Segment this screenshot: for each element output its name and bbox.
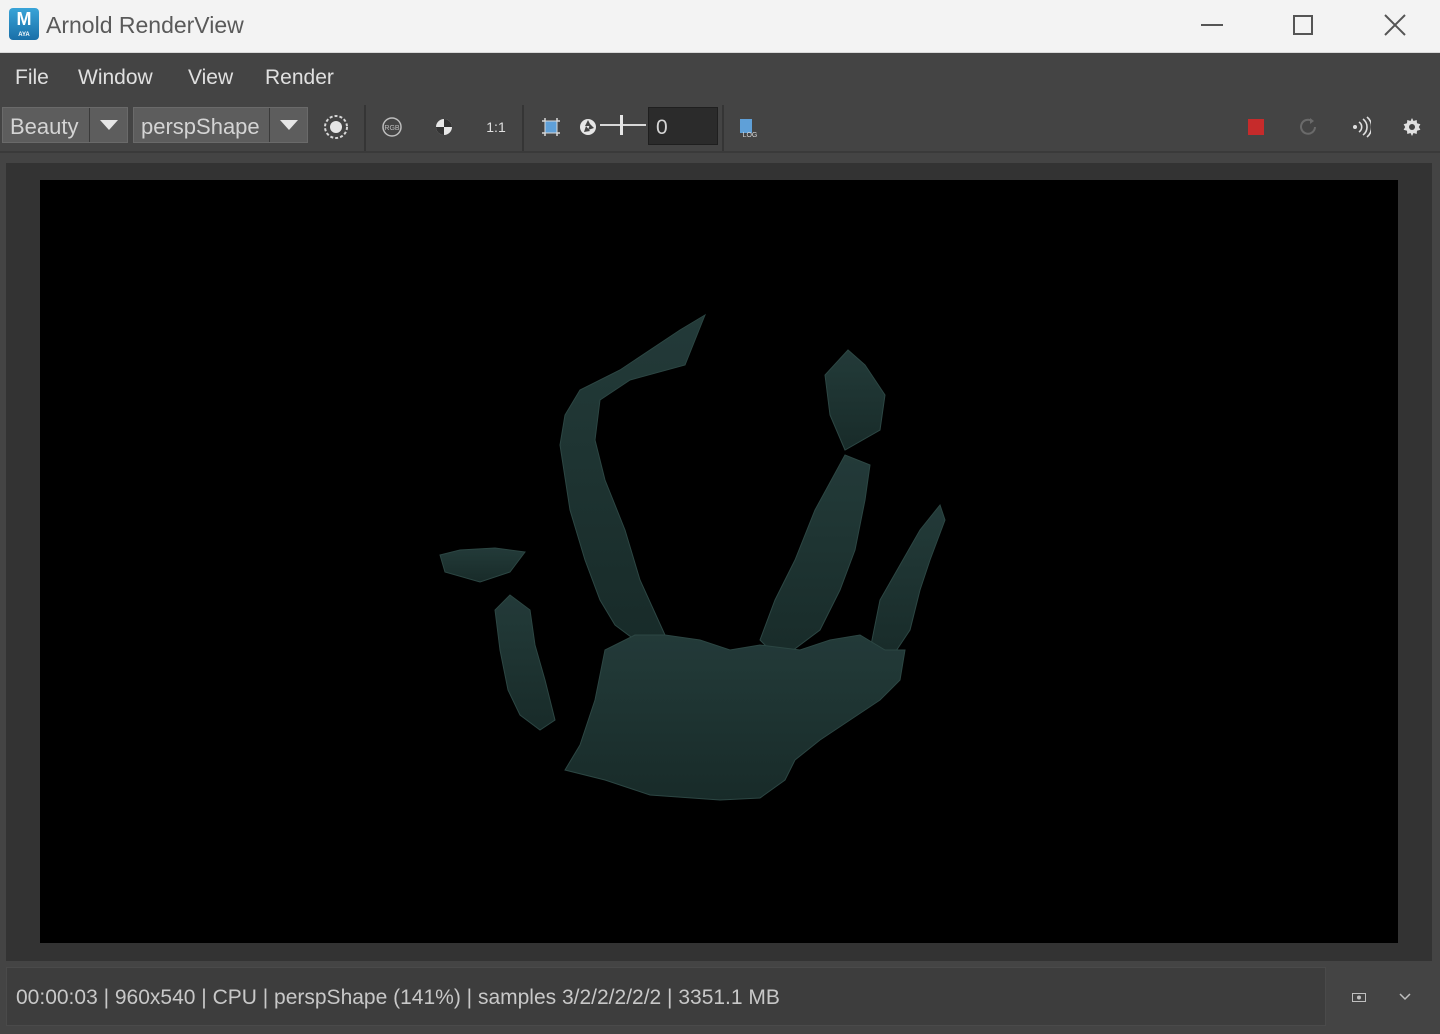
settings-button[interactable] xyxy=(1396,111,1428,143)
chevron-down-icon xyxy=(279,120,298,130)
refresh-icon xyxy=(1300,118,1316,135)
title-bar: M AYA Arnold RenderView xyxy=(0,0,1440,53)
toolbar-separator xyxy=(522,105,524,151)
gear-icon xyxy=(1403,118,1421,136)
chevron-down-icon xyxy=(1399,993,1411,1001)
render-image[interactable] xyxy=(40,180,1398,943)
crop-region-button[interactable] xyxy=(535,111,567,143)
toolbar-separator xyxy=(364,105,366,151)
minimize-button[interactable] xyxy=(1166,0,1258,50)
ipr-icon xyxy=(1353,116,1371,138)
window-title: Arnold RenderView xyxy=(46,12,244,38)
close-icon xyxy=(1384,14,1406,36)
region-render-button[interactable] xyxy=(320,111,352,143)
region-icon xyxy=(324,115,348,139)
camera-dropdown[interactable]: perspShape xyxy=(133,107,308,143)
rgb-channel-button[interactable]: RGB xyxy=(376,111,408,143)
status-text: 00:00:03 | 960x540 | CPU | perspShape (1… xyxy=(16,986,780,1009)
camera-dropdown-value: perspShape xyxy=(141,114,260,139)
chevron-down-icon xyxy=(99,120,118,130)
status-expand-button[interactable] xyxy=(1391,985,1419,1009)
toolbar-separator xyxy=(722,105,724,151)
exposure-input[interactable]: 0 xyxy=(648,107,718,145)
menu-view[interactable]: View xyxy=(188,66,233,90)
exposure-slider[interactable] xyxy=(600,124,646,126)
maximize-icon xyxy=(1293,15,1313,35)
camera-dropdown-arrow[interactable] xyxy=(269,108,307,142)
snapshot-icon xyxy=(1352,993,1366,1002)
crop-icon xyxy=(542,118,560,136)
stop-icon xyxy=(1248,119,1264,135)
menu-render[interactable]: Render xyxy=(265,66,334,90)
arnold-renderview-window: M AYA Arnold RenderView File Window View… xyxy=(0,0,1440,1034)
aov-dropdown-value: Beauty xyxy=(10,114,79,139)
ratio-1to1-button[interactable]: 1:1 xyxy=(480,111,512,143)
minimize-icon xyxy=(1201,24,1223,26)
app-icon-sub: AYA xyxy=(18,32,30,38)
refresh-render-button[interactable] xyxy=(1292,111,1324,143)
ipr-button[interactable] xyxy=(1344,111,1376,143)
log-icon: LOG xyxy=(740,119,758,139)
status-bar: 00:00:03 | 960x540 | CPU | perspShape (1… xyxy=(6,967,1326,1026)
ratio-label: 1:1 xyxy=(486,119,506,135)
exposure-toggle-button[interactable] xyxy=(572,111,604,143)
stop-render-button[interactable] xyxy=(1240,111,1272,143)
log-icon-text: LOG xyxy=(743,132,758,139)
exposure-value: 0 xyxy=(656,116,668,139)
log-button[interactable]: LOG xyxy=(732,111,764,143)
maya-app-icon: M AYA xyxy=(9,8,39,40)
menu-window[interactable]: Window xyxy=(78,66,153,90)
rgb-icon-text: RGB xyxy=(384,125,400,132)
checker-background-button[interactable] xyxy=(428,111,460,143)
menu-bar: File Window View Render xyxy=(0,53,1440,101)
snapshot-button[interactable] xyxy=(1345,985,1373,1009)
app-icon-letter: M xyxy=(16,9,32,29)
aperture-icon xyxy=(580,119,596,135)
close-button[interactable] xyxy=(1349,0,1440,50)
checker-icon xyxy=(436,119,452,135)
aov-dropdown[interactable]: Beauty xyxy=(2,107,128,143)
toolbar: Beauty perspShape RGB 1:1 0 LOG xyxy=(0,101,1440,153)
exposure-slider-handle[interactable] xyxy=(620,115,623,135)
aov-dropdown-arrow[interactable] xyxy=(89,108,127,142)
menu-file[interactable]: File xyxy=(15,66,49,90)
rendered-mesh xyxy=(439,313,946,801)
maximize-button[interactable] xyxy=(1257,0,1349,50)
rgb-icon: RGB xyxy=(382,117,402,137)
